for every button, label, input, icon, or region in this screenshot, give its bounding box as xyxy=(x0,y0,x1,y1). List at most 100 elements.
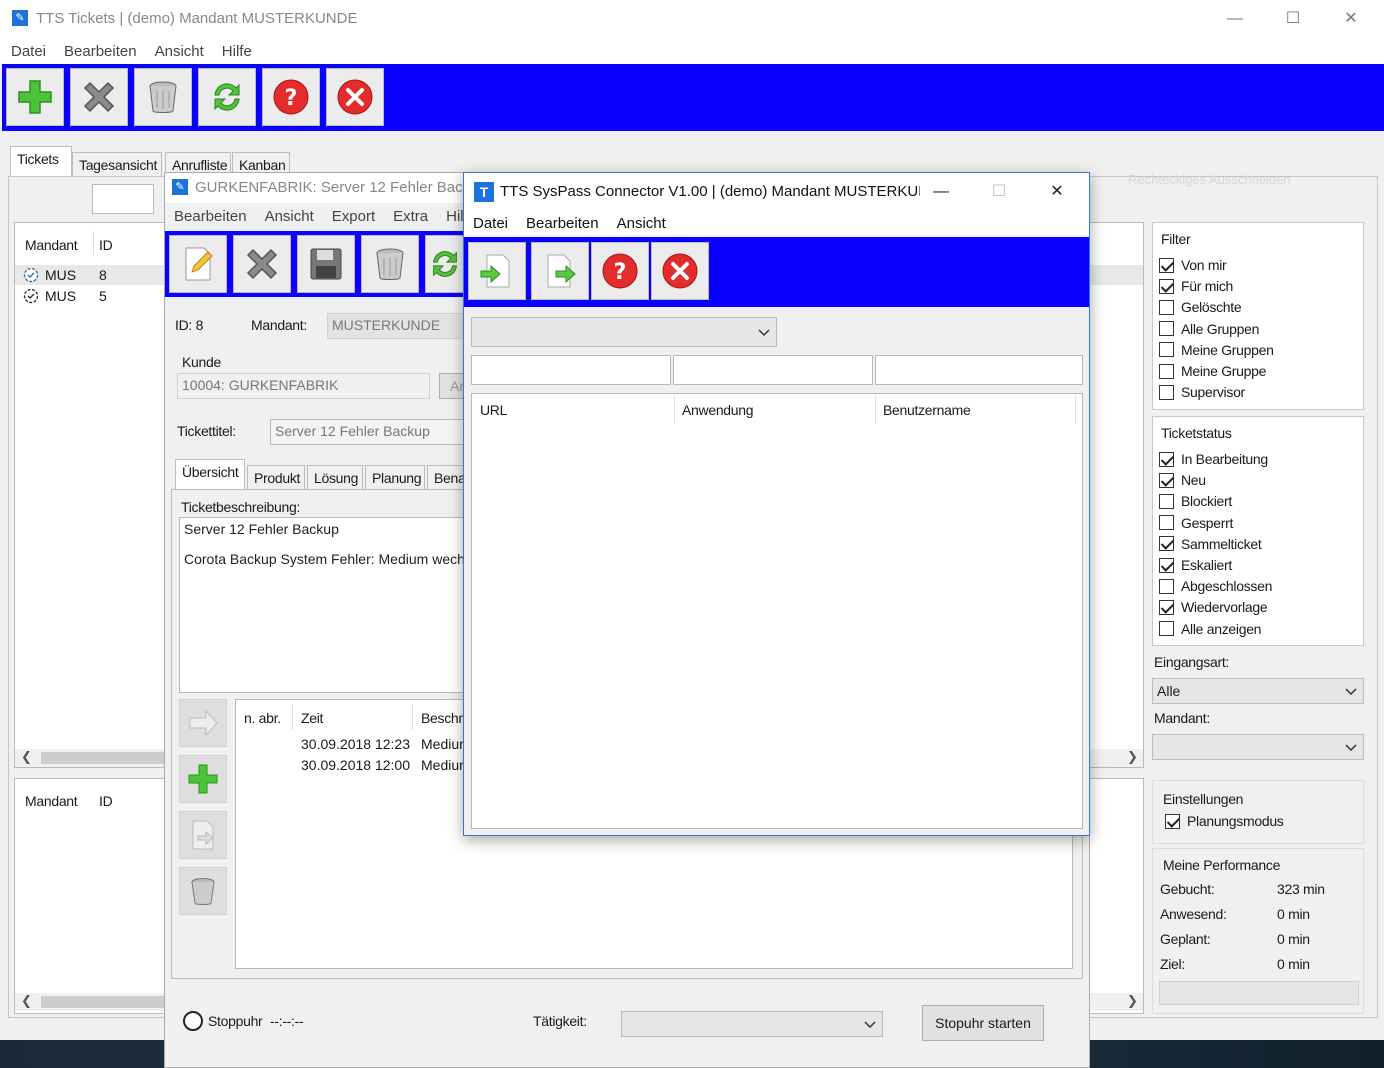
exit-button[interactable] xyxy=(651,242,709,300)
column-url[interactable]: URL xyxy=(480,402,507,418)
tab-benachrichtigung[interactable]: Bena xyxy=(427,465,467,489)
checkbox-box[interactable] xyxy=(1159,515,1174,531)
delete-ticket-button[interactable] xyxy=(134,68,192,126)
status-checkbox-1[interactable]: Neu xyxy=(1159,472,1206,488)
checkbox-box[interactable] xyxy=(1159,578,1174,594)
column-id[interactable]: ID xyxy=(99,793,113,809)
planungsmodus-checkbox[interactable]: Planungsmodus xyxy=(1165,813,1284,829)
status-checkbox-8[interactable]: Alle anzeigen xyxy=(1159,621,1261,637)
checkbox-box[interactable] xyxy=(1159,363,1174,379)
filter-checkbox-4[interactable]: Meine Gruppen xyxy=(1159,342,1274,358)
status-checkbox-2[interactable]: Blockiert xyxy=(1159,493,1232,509)
menu-extra[interactable]: Extra xyxy=(384,208,437,225)
maximize-button[interactable]: ☐ xyxy=(1270,0,1316,38)
status-checkbox-3[interactable]: Gesperrt xyxy=(1159,515,1233,531)
column-benutzername[interactable]: Benutzername xyxy=(883,402,971,418)
anwendung-filter-input[interactable] xyxy=(673,355,873,385)
checkbox-box[interactable] xyxy=(1159,599,1174,615)
close-button[interactable]: ✕ xyxy=(1328,0,1374,38)
checkbox-box[interactable] xyxy=(1159,472,1174,488)
checkbox-box[interactable] xyxy=(1159,278,1174,294)
menu-bearbeiten[interactable]: Bearbeiten xyxy=(517,215,608,232)
tab-uebersicht[interactable]: Übersicht xyxy=(175,459,245,489)
menu-bearbeiten[interactable]: Bearbeiten xyxy=(55,43,146,60)
scroll-thumb[interactable] xyxy=(41,996,171,1008)
refresh-button[interactable] xyxy=(198,68,256,126)
import-button[interactable] xyxy=(468,242,526,300)
checkbox-box[interactable] xyxy=(1159,621,1174,637)
tickettitel-field[interactable]: Server 12 Fehler Backup xyxy=(270,419,470,445)
filter-checkbox-0[interactable]: Von mir xyxy=(1159,257,1227,273)
column-mandant[interactable]: Mandant xyxy=(25,793,78,809)
mandant-filter-select[interactable] xyxy=(1152,734,1364,760)
cancel-ticket-button[interactable] xyxy=(70,68,128,126)
edit-button[interactable] xyxy=(169,235,227,293)
menu-datei[interactable]: Datei xyxy=(464,215,517,232)
menu-ansicht[interactable]: Ansicht xyxy=(608,215,675,232)
menu-bearbeiten[interactable]: Bearbeiten xyxy=(165,208,256,225)
checkbox-box[interactable] xyxy=(1159,384,1174,400)
filter-checkbox-6[interactable]: Supervisor xyxy=(1159,384,1245,400)
column-anwendung[interactable]: Anwendung xyxy=(682,402,754,418)
scroll-left-icon[interactable]: ❮ xyxy=(21,993,32,1009)
syspass-grid[interactable]: URL Anwendung Benutzername xyxy=(471,393,1083,829)
checkbox-box[interactable] xyxy=(1159,557,1174,573)
eingangsart-select[interactable]: Alle xyxy=(1152,678,1364,704)
column-n-abr[interactable]: n. abr. xyxy=(244,710,281,726)
filter-checkbox-1[interactable]: Für mich xyxy=(1159,278,1233,294)
stopuhr-starten-button[interactable]: Stopuhr starten xyxy=(922,1005,1044,1041)
taetigkeit-select[interactable] xyxy=(621,1011,883,1037)
scroll-left-icon[interactable]: ❮ xyxy=(21,749,32,765)
save-button[interactable] xyxy=(297,235,355,293)
status-checkbox-0[interactable]: In Bearbeitung xyxy=(1159,451,1268,467)
syspass-account-select[interactable] xyxy=(471,317,777,347)
checkbox-box[interactable] xyxy=(1159,493,1174,509)
menu-ansicht[interactable]: Ansicht xyxy=(146,43,213,60)
column-id[interactable]: ID xyxy=(99,237,113,253)
new-ticket-button[interactable] xyxy=(6,68,64,126)
tab-produkt[interactable]: Produkt xyxy=(247,465,305,489)
tab-loesung[interactable]: Lösung xyxy=(307,465,363,489)
menu-ansicht[interactable]: Ansicht xyxy=(256,208,323,225)
help-button[interactable]: ? xyxy=(262,68,320,126)
cancel-button[interactable] xyxy=(233,235,291,293)
export-entry-button[interactable] xyxy=(179,811,227,859)
forward-button[interactable] xyxy=(179,699,227,747)
filter-checkbox-3[interactable]: Alle Gruppen xyxy=(1159,321,1259,337)
checkbox-box[interactable] xyxy=(1159,342,1174,358)
checkbox-box[interactable] xyxy=(1159,299,1174,315)
status-checkbox-7[interactable]: Wiedervorlage xyxy=(1159,599,1268,615)
exit-button[interactable] xyxy=(326,68,384,126)
checkbox-box[interactable] xyxy=(1165,813,1180,829)
tab-tagesansicht[interactable]: Tagesansicht xyxy=(72,152,162,176)
status-checkbox-5[interactable]: Eskaliert xyxy=(1159,557,1232,573)
export-button[interactable] xyxy=(531,242,589,300)
checkbox-box[interactable] xyxy=(1159,321,1174,337)
delete-button[interactable] xyxy=(361,235,419,293)
column-beschreibung[interactable]: Beschr xyxy=(421,710,463,726)
scroll-right-icon[interactable]: ❯ xyxy=(1127,749,1138,765)
column-zeit[interactable]: Zeit xyxy=(301,710,323,726)
delete-entry-button[interactable] xyxy=(179,867,227,915)
tab-planung[interactable]: Planung xyxy=(365,465,425,489)
add-entry-button[interactable] xyxy=(179,755,227,803)
tab-tickets[interactable]: Tickets xyxy=(10,146,72,176)
menu-export[interactable]: Export xyxy=(323,208,384,225)
help-button[interactable]: ? xyxy=(591,242,649,300)
maximize-button[interactable]: ☐ xyxy=(976,173,1022,211)
status-checkbox-4[interactable]: Sammelticket xyxy=(1159,536,1262,552)
refresh-button[interactable] xyxy=(425,235,465,293)
filter-checkbox-5[interactable]: Meine Gruppe xyxy=(1159,363,1266,379)
minimize-button[interactable]: — xyxy=(1212,0,1258,38)
search-field[interactable] xyxy=(92,184,154,214)
benutzername-filter-input[interactable] xyxy=(875,355,1083,385)
ticketbeschreibung-text[interactable]: Server 12 Fehler Backup Corota Backup Sy… xyxy=(179,517,469,693)
close-button[interactable]: ✕ xyxy=(1034,173,1080,211)
minimize-button[interactable]: — xyxy=(918,173,964,211)
column-mandant[interactable]: Mandant xyxy=(25,237,78,253)
scroll-right-icon[interactable]: ❯ xyxy=(1127,993,1138,1009)
url-filter-input[interactable] xyxy=(471,355,671,385)
checkbox-box[interactable] xyxy=(1159,257,1174,273)
checkbox-box[interactable] xyxy=(1159,536,1174,552)
status-checkbox-6[interactable]: Abgeschlossen xyxy=(1159,578,1272,594)
